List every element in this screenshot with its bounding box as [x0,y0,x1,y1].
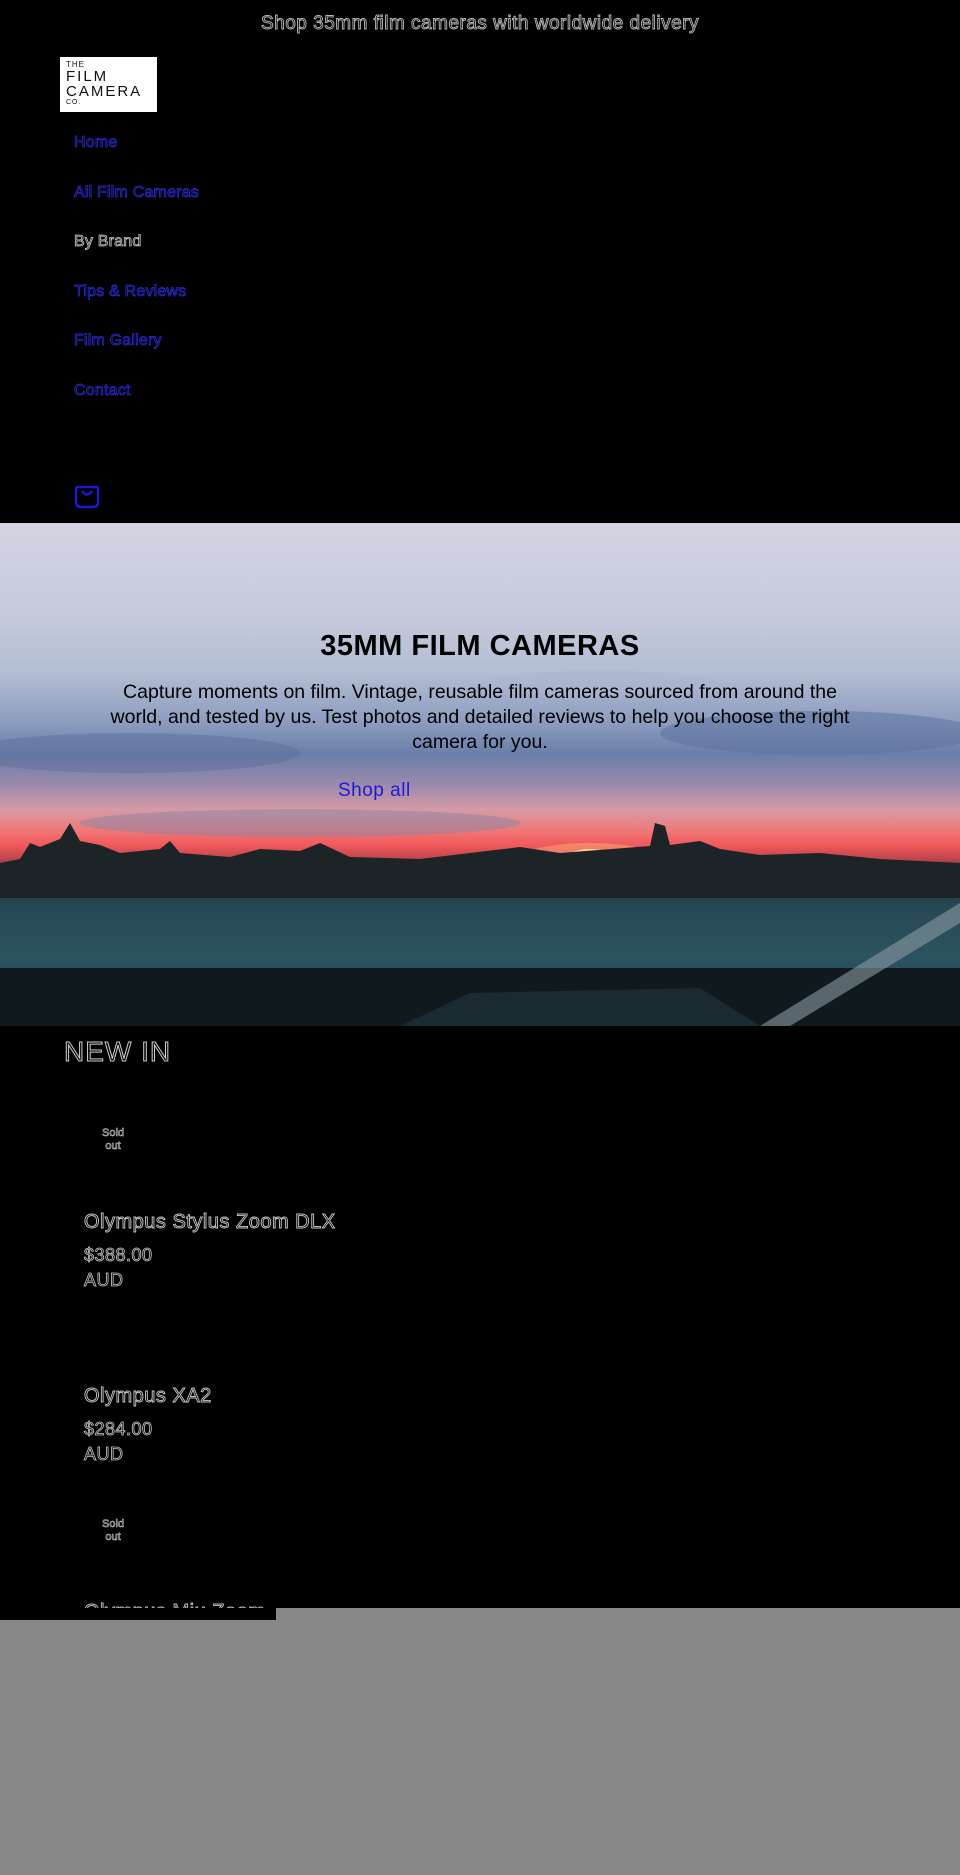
shop-all-button[interactable]: Shop all [338,780,411,802]
sold-out-badge: Sold out [101,1518,125,1544]
hero-background-image [0,671,960,1026]
product-title[interactable]: Olympus XA2 [84,1385,212,1408]
hero-banner: 35MM FILM CAMERAS Capture moments on fil… [0,523,960,1026]
modal-overlay[interactable] [0,1608,960,1875]
hero-title: 35MM FILM CAMERAS [320,630,640,662]
logo-line-3: CAMERA [66,83,143,100]
logo-line-4: CO. [66,99,82,106]
product-currency: AUD [84,1444,124,1465]
product-price: $284.00 [84,1419,153,1440]
product-currency: AUD [84,1270,124,1291]
sold-out-badge: Sold out [101,1127,125,1153]
product-title[interactable]: Olympus Stylus Zoom DLX [84,1211,336,1234]
product-price: $388.00 [84,1245,153,1266]
nav-item-home[interactable]: Home [74,134,199,184]
cart-icon[interactable] [74,483,100,509]
nav-item-tips-reviews[interactable]: Tips & Reviews [74,282,199,333]
site-logo[interactable]: THE FILM CAMERA CO. [60,57,157,112]
logo-line-2: FILM [66,68,109,85]
nav-item-contact[interactable]: Contact [74,381,199,432]
section-title-new-in: NEW IN [63,1036,172,1068]
hero-description: Capture moments on film. Vintage, reusab… [110,681,850,753]
announcement-bar: Shop 35mm film cameras with worldwide de… [0,0,960,48]
nav-item-by-brand[interactable]: By Brand [74,233,199,283]
nav-item-film-gallery[interactable]: Film Gallery [74,332,199,382]
announcement-text: Shop 35mm film cameras with worldwide de… [261,13,699,35]
main-nav: Home All Film Cameras By Brand Tips & Re… [74,134,200,432]
nav-item-all-film-cameras[interactable]: All Film Cameras [74,183,200,234]
overlay-edge [0,1608,276,1620]
